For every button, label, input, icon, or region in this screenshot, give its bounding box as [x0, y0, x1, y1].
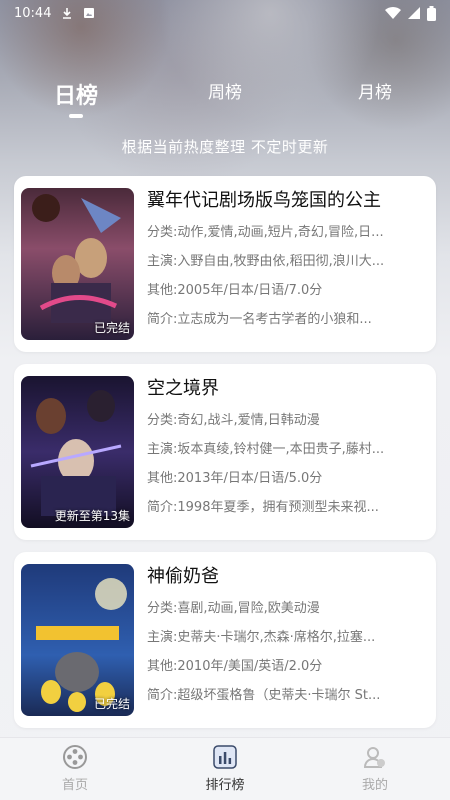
- item-other: 其他:2010年/美国/英语/2.0分: [147, 657, 427, 677]
- intro-label: 简介:: [147, 688, 178, 703]
- intro-label: 简介:: [147, 500, 178, 515]
- poster-art: [21, 564, 134, 716]
- item-title: 空之境界: [147, 378, 219, 399]
- user-icon: [363, 747, 385, 768]
- item-other: 其他:2013年/日本/日语/5.0分: [147, 469, 427, 489]
- other-value: 2013年/日本/日语/5.0分: [177, 471, 323, 486]
- category-label: 分类:: [147, 601, 178, 616]
- item-cast: 主演:入野自由,牧野由依,稻田彻,浪川大...: [147, 252, 427, 272]
- status-bar: 10:44: [0, 0, 450, 26]
- list-item[interactable]: 已完结 翼年代记剧场版鸟笼国的公主 分类:动作,爱情,动画,短片,奇幻,冒险,日…: [14, 176, 436, 352]
- status-badge: 已完结: [93, 321, 130, 335]
- signal-icon: [408, 7, 420, 19]
- nav-label-ranking: 排行榜: [205, 778, 245, 793]
- item-category: 分类:奇幻,战斗,爱情,日韩动漫: [147, 411, 427, 431]
- nav-label-home: 首页: [61, 778, 88, 793]
- other-label: 其他:: [147, 659, 178, 674]
- intro-label: 简介:: [147, 312, 178, 327]
- item-intro: 简介:1998年夏季，拥有预测型未来视...: [147, 498, 427, 518]
- list-item[interactable]: 已完结 神偷奶爸 分类:喜剧,动画,冒险,欧美动漫 主演:史蒂夫·卡瑞尔,杰森·…: [14, 552, 436, 728]
- other-value: 2010年/美国/英语/2.0分: [177, 659, 323, 674]
- wifi-icon: [385, 6, 401, 20]
- item-title: 翼年代记剧场版鸟笼国的公主: [147, 190, 381, 211]
- bar-chart-icon: [213, 745, 237, 769]
- image-notification-icon: [84, 8, 95, 18]
- item-category: 分类:动作,爱情,动画,短片,奇幻,冒险,日...: [147, 223, 427, 243]
- poster-image[interactable]: 更新至第13集: [21, 376, 134, 528]
- other-label: 其他:: [147, 283, 178, 298]
- item-info: 神偷奶爸 分类:喜剧,动画,冒险,欧美动漫 主演:史蒂夫·卡瑞尔,杰森·席格尔,…: [147, 564, 427, 706]
- bottom-navigation: 首页 排行榜 我的: [0, 737, 450, 800]
- poster-art: [21, 376, 134, 528]
- cast-value: 坂本真绫,铃村健一,本田贵子,藤村...: [177, 442, 385, 457]
- category-value: 动作,爱情,动画,短片,奇幻,冒险,日...: [177, 225, 384, 240]
- nav-item-home[interactable]: 首页: [25, 744, 125, 793]
- film-reel-icon: [63, 745, 87, 769]
- battery-icon: [427, 5, 436, 21]
- category-label: 分类:: [147, 225, 178, 240]
- category-value: 奇幻,战斗,爱情,日韩动漫: [177, 413, 320, 428]
- poster-art: [21, 188, 134, 340]
- download-icon: [63, 8, 72, 19]
- item-cast: 主演:坂本真绫,铃村健一,本田贵子,藤村...: [147, 440, 427, 460]
- intro-value: 1998年夏季，拥有预测型未来视...: [177, 500, 379, 515]
- tab-indicator: [69, 114, 83, 118]
- cast-value: 史蒂夫·卡瑞尔,杰森·席格尔,拉塞...: [177, 630, 376, 645]
- item-info: 空之境界 分类:奇幻,战斗,爱情,日韩动漫 主演:坂本真绫,铃村健一,本田贵子,…: [147, 376, 427, 518]
- item-intro: 简介:立志成为一名考古学者的小狼和...: [147, 310, 427, 330]
- poster-image[interactable]: 已完结: [21, 188, 134, 340]
- cast-label: 主演:: [147, 442, 178, 457]
- category-label: 分类:: [147, 413, 178, 428]
- intro-value: 超级坏蛋格鲁（史蒂夫·卡瑞尔 St...: [177, 688, 381, 703]
- nav-label-mine: 我的: [361, 778, 388, 793]
- intro-value: 立志成为一名考古学者的小狼和...: [177, 312, 372, 327]
- item-category: 分类:喜剧,动画,冒险,欧美动漫: [147, 599, 427, 619]
- item-cast: 主演:史蒂夫·卡瑞尔,杰森·席格尔,拉塞...: [147, 628, 427, 648]
- cast-value: 入野自由,牧野由依,稻田彻,浪川大...: [177, 254, 385, 269]
- item-other: 其他:2005年/日本/日语/7.0分: [147, 281, 427, 301]
- item-info: 翼年代记剧场版鸟笼国的公主 分类:动作,爱情,动画,短片,奇幻,冒险,日... …: [147, 188, 427, 330]
- item-title: 神偷奶爸: [147, 566, 219, 587]
- item-intro: 简介:超级坏蛋格鲁（史蒂夫·卡瑞尔 St...: [147, 686, 427, 706]
- nav-item-mine[interactable]: 我的: [325, 744, 425, 793]
- list-item[interactable]: 更新至第13集 空之境界 分类:奇幻,战斗,爱情,日韩动漫 主演:坂本真绫,铃村…: [14, 364, 436, 540]
- ranking-subtitle: 根据当前热度整理 不定时更新: [121, 138, 329, 156]
- status-badge: 已完结: [93, 697, 130, 711]
- status-badge: 更新至第13集: [54, 509, 130, 523]
- cast-label: 主演:: [147, 630, 178, 645]
- cast-label: 主演:: [147, 254, 178, 269]
- tab-weekly[interactable]: 周榜: [175, 78, 275, 103]
- tab-monthly[interactable]: 月榜: [325, 78, 425, 103]
- other-label: 其他:: [147, 471, 178, 486]
- poster-image[interactable]: 已完结: [21, 564, 134, 716]
- other-value: 2005年/日本/日语/7.0分: [177, 283, 323, 298]
- tab-daily[interactable]: 日榜: [26, 78, 126, 110]
- status-time: 10:44: [14, 5, 52, 21]
- category-value: 喜剧,动画,冒险,欧美动漫: [177, 601, 320, 616]
- nav-item-ranking[interactable]: 排行榜: [175, 744, 275, 793]
- ranking-tabs: 日榜 周榜 月榜: [0, 78, 450, 118]
